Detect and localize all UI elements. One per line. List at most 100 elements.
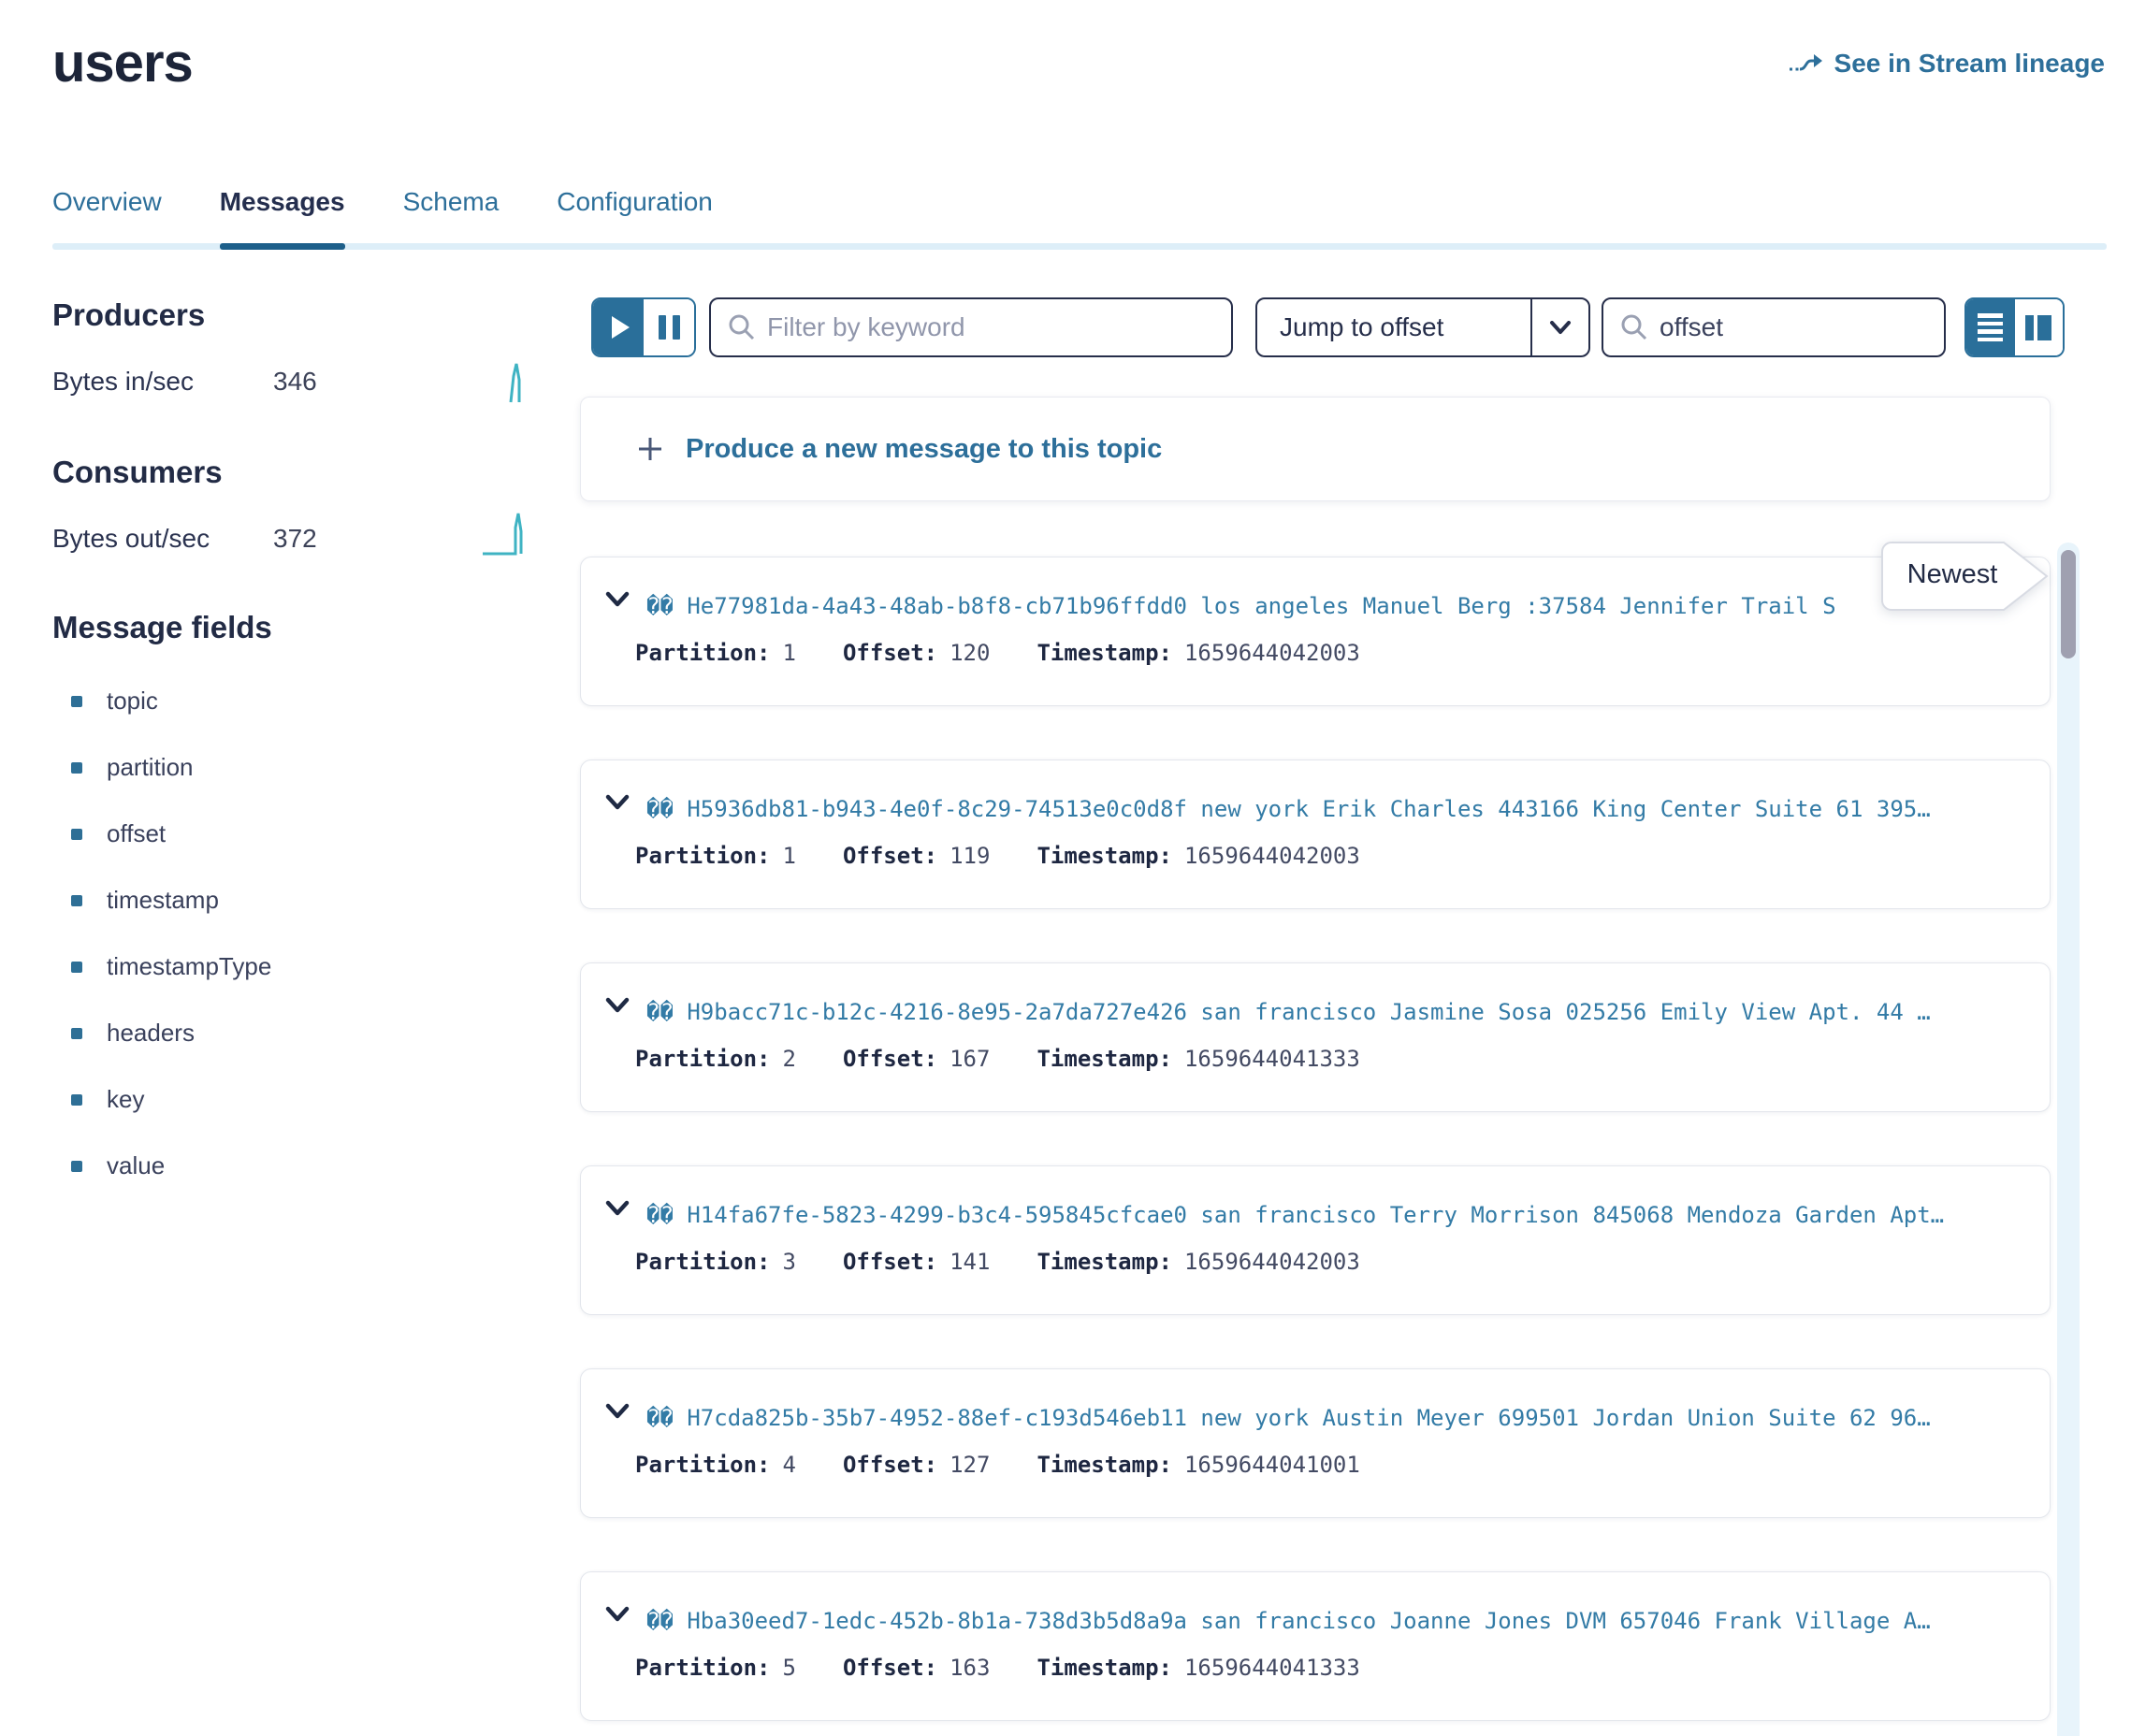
newest-tooltip: Newest: [1880, 541, 2051, 612]
partition-value: 1: [783, 640, 796, 666]
expand-chevron-icon[interactable]: [605, 1606, 630, 1622]
tab-overview[interactable]: Overview: [52, 185, 162, 256]
produce-message-button[interactable]: Produce a new message to this topic: [580, 397, 2051, 501]
offset-value: 163: [950, 1655, 990, 1681]
expand-chevron-icon[interactable]: [605, 591, 630, 607]
consumers-heading: Consumers: [52, 455, 223, 490]
play-button[interactable]: [593, 299, 644, 355]
bullet-icon: [71, 895, 82, 906]
message-field-topic: topic: [71, 687, 158, 716]
list-view-icon: [1978, 313, 2003, 341]
timestamp-value: 1659644042003: [1184, 843, 1360, 869]
lineage-arrow-icon: [1788, 50, 1823, 78]
topic-messages-page: users See in Stream lineage Overview Mes…: [0, 0, 2131, 1736]
bytes-in-label: Bytes in/sec: [52, 367, 194, 397]
play-icon: [612, 316, 630, 339]
pause-button[interactable]: [644, 299, 694, 355]
message-key: �� H5936db81-b943-4e0f-8c29-74513e0c0d8f…: [646, 796, 2031, 828]
tab-messages[interactable]: Messages: [220, 185, 345, 256]
bytes-out-label: Bytes out/sec: [52, 524, 210, 554]
message-key: �� He77981da-4a43-48ab-b8f8-cb71b96ffdd0…: [646, 593, 2031, 625]
message-card[interactable]: �� H5936db81-b943-4e0f-8c29-74513e0c0d8f…: [580, 760, 2051, 909]
message-field-value: value: [71, 1151, 165, 1180]
search-icon: [1620, 313, 1648, 341]
expand-chevron-icon[interactable]: [605, 1200, 630, 1216]
scrollbar-thumb[interactable]: [2061, 550, 2076, 658]
plus-icon: [635, 434, 665, 464]
newest-tooltip-label: Newest: [1901, 559, 2004, 590]
tab-configuration[interactable]: Configuration: [557, 185, 713, 256]
message-metadata: Partition:4 Offset:127 Timestamp:1659644…: [635, 1452, 1360, 1478]
bullet-icon: [71, 962, 82, 973]
bullet-icon: [71, 696, 82, 707]
message-card[interactable]: �� H14fa67fe-5823-4299-b3c4-595845cfcae0…: [580, 1165, 2051, 1315]
message-field-timestampType: timestampType: [71, 952, 271, 981]
bullet-icon: [71, 1161, 82, 1172]
expand-chevron-icon[interactable]: [605, 1403, 630, 1419]
lineage-link-label: See in Stream lineage: [1834, 49, 2105, 79]
message-fields-heading: Message fields: [52, 610, 272, 645]
message-card[interactable]: �� Hba30eed7-1edc-452b-8b1a-738d3b5d8a9a…: [580, 1571, 2051, 1721]
message-field-key: key: [71, 1085, 144, 1114]
filter-keyword-input[interactable]: [709, 297, 1233, 357]
message-card[interactable]: �� He77981da-4a43-48ab-b8f8-cb71b96ffdd0…: [580, 557, 2051, 706]
stream-lineage-link[interactable]: See in Stream lineage: [1788, 49, 2105, 79]
scrollbar-track[interactable]: [2057, 542, 2080, 1736]
tab-schema[interactable]: Schema: [403, 185, 500, 256]
message-key: �� Hba30eed7-1edc-452b-8b1a-738d3b5d8a9a…: [646, 1608, 2031, 1640]
bullet-icon: [71, 762, 82, 774]
column-view-icon: [2025, 315, 2051, 340]
message-key: �� H9bacc71c-b12c-4216-8e95-2a7da727e426…: [646, 999, 2031, 1031]
offset-value: 120: [950, 640, 990, 666]
offset-value: 167: [950, 1046, 990, 1072]
timestamp-value: 1659644041333: [1184, 1046, 1360, 1072]
timestamp-value: 1659644042003: [1184, 1249, 1360, 1275]
message-field-timestamp: timestamp: [71, 886, 219, 915]
tab-bar: Overview Messages Schema Configuration: [52, 185, 2107, 256]
message-metadata: Partition:1 Offset:119 Timestamp:1659644…: [635, 843, 1360, 869]
message-metadata: Partition:5 Offset:163 Timestamp:1659644…: [635, 1655, 1360, 1681]
message-card[interactable]: �� H9bacc71c-b12c-4216-8e95-2a7da727e426…: [580, 962, 2051, 1112]
message-field-partition: partition: [71, 753, 194, 782]
search-icon: [728, 313, 756, 341]
bytes-in-value: 346: [273, 367, 317, 397]
partition-value: 3: [783, 1249, 796, 1275]
message-metadata: Partition:1 Offset:120 Timestamp:1659644…: [635, 640, 1360, 666]
play-pause-group: [591, 297, 696, 357]
partition-value: 1: [783, 843, 796, 869]
bytes-out-sparkline: [481, 509, 528, 557]
expand-chevron-icon[interactable]: [605, 794, 630, 810]
message-card[interactable]: �� H7cda825b-35b7-4952-88ef-c193d546eb11…: [580, 1368, 2051, 1518]
message-key: �� H7cda825b-35b7-4952-88ef-c193d546eb11…: [646, 1405, 2031, 1437]
producers-heading: Producers: [52, 297, 205, 333]
view-toggle-group: [1964, 297, 2065, 357]
partition-value: 5: [783, 1655, 796, 1681]
bytes-in-sparkline: [505, 361, 529, 404]
partition-value: 4: [783, 1452, 796, 1478]
jump-to-offset-value: Jump to offset: [1257, 312, 1530, 342]
timestamp-value: 1659644042003: [1184, 640, 1360, 666]
column-view-button[interactable]: [2015, 299, 2064, 355]
message-field-offset: offset: [71, 819, 166, 848]
partition-value: 2: [783, 1046, 796, 1072]
page-title: users: [52, 32, 193, 94]
chevron-down-icon: [1530, 299, 1588, 355]
message-metadata: Partition:2 Offset:167 Timestamp:1659644…: [635, 1046, 1360, 1072]
offset-value: 141: [950, 1249, 990, 1275]
timestamp-value: 1659644041001: [1184, 1452, 1360, 1478]
produce-message-label: Produce a new message to this topic: [686, 434, 1162, 465]
pause-icon: [659, 315, 680, 340]
list-view-button[interactable]: [1966, 299, 2015, 355]
timestamp-value: 1659644041333: [1184, 1655, 1360, 1681]
bullet-icon: [71, 829, 82, 840]
bullet-icon: [71, 1028, 82, 1039]
message-metadata: Partition:3 Offset:141 Timestamp:1659644…: [635, 1249, 1360, 1275]
message-key: �� H14fa67fe-5823-4299-b3c4-595845cfcae0…: [646, 1202, 2031, 1234]
offset-value: 119: [950, 843, 990, 869]
jump-to-offset-select[interactable]: Jump to offset: [1255, 297, 1590, 357]
message-field-headers: headers: [71, 1019, 195, 1048]
bullet-icon: [71, 1094, 82, 1106]
expand-chevron-icon[interactable]: [605, 997, 630, 1013]
offset-search-input[interactable]: [1602, 297, 1946, 357]
bytes-out-value: 372: [273, 524, 317, 554]
